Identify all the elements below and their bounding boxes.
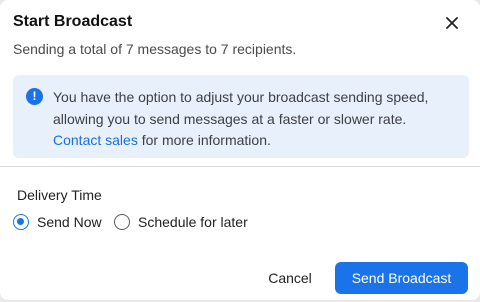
send-broadcast-button[interactable]: Send Broadcast (335, 262, 468, 294)
info-icon: ! (26, 88, 43, 105)
contact-sales-link[interactable]: Contact sales (53, 132, 138, 148)
cancel-button[interactable]: Cancel (255, 263, 325, 293)
radio-schedule-later[interactable]: Schedule for later (114, 212, 248, 232)
dialog-title: Start Broadcast (13, 13, 133, 30)
info-text-end: for more information. (137, 132, 271, 148)
radio-send-now-control[interactable] (13, 214, 29, 230)
dialog-subtitle: Sending a total of 7 messages to 7 recip… (13, 41, 297, 57)
section-divider (0, 166, 480, 167)
close-button[interactable] (440, 11, 464, 35)
radio-send-now[interactable]: Send Now (13, 212, 102, 232)
radio-send-now-label[interactable]: Send Now (37, 213, 102, 231)
info-text-start: You have the option to adjust your broad… (53, 89, 429, 127)
delivery-time-label: Delivery Time (17, 187, 102, 203)
start-broadcast-dialog: Start Broadcast Sending a total of 7 mes… (0, 0, 480, 300)
radio-schedule-later-control[interactable] (114, 214, 130, 230)
radio-schedule-later-label[interactable]: Schedule for later (138, 213, 248, 231)
close-icon (446, 17, 458, 29)
info-message: You have the option to adjust your broad… (53, 87, 457, 152)
info-banner: ! You have the option to adjust your bro… (13, 75, 469, 158)
